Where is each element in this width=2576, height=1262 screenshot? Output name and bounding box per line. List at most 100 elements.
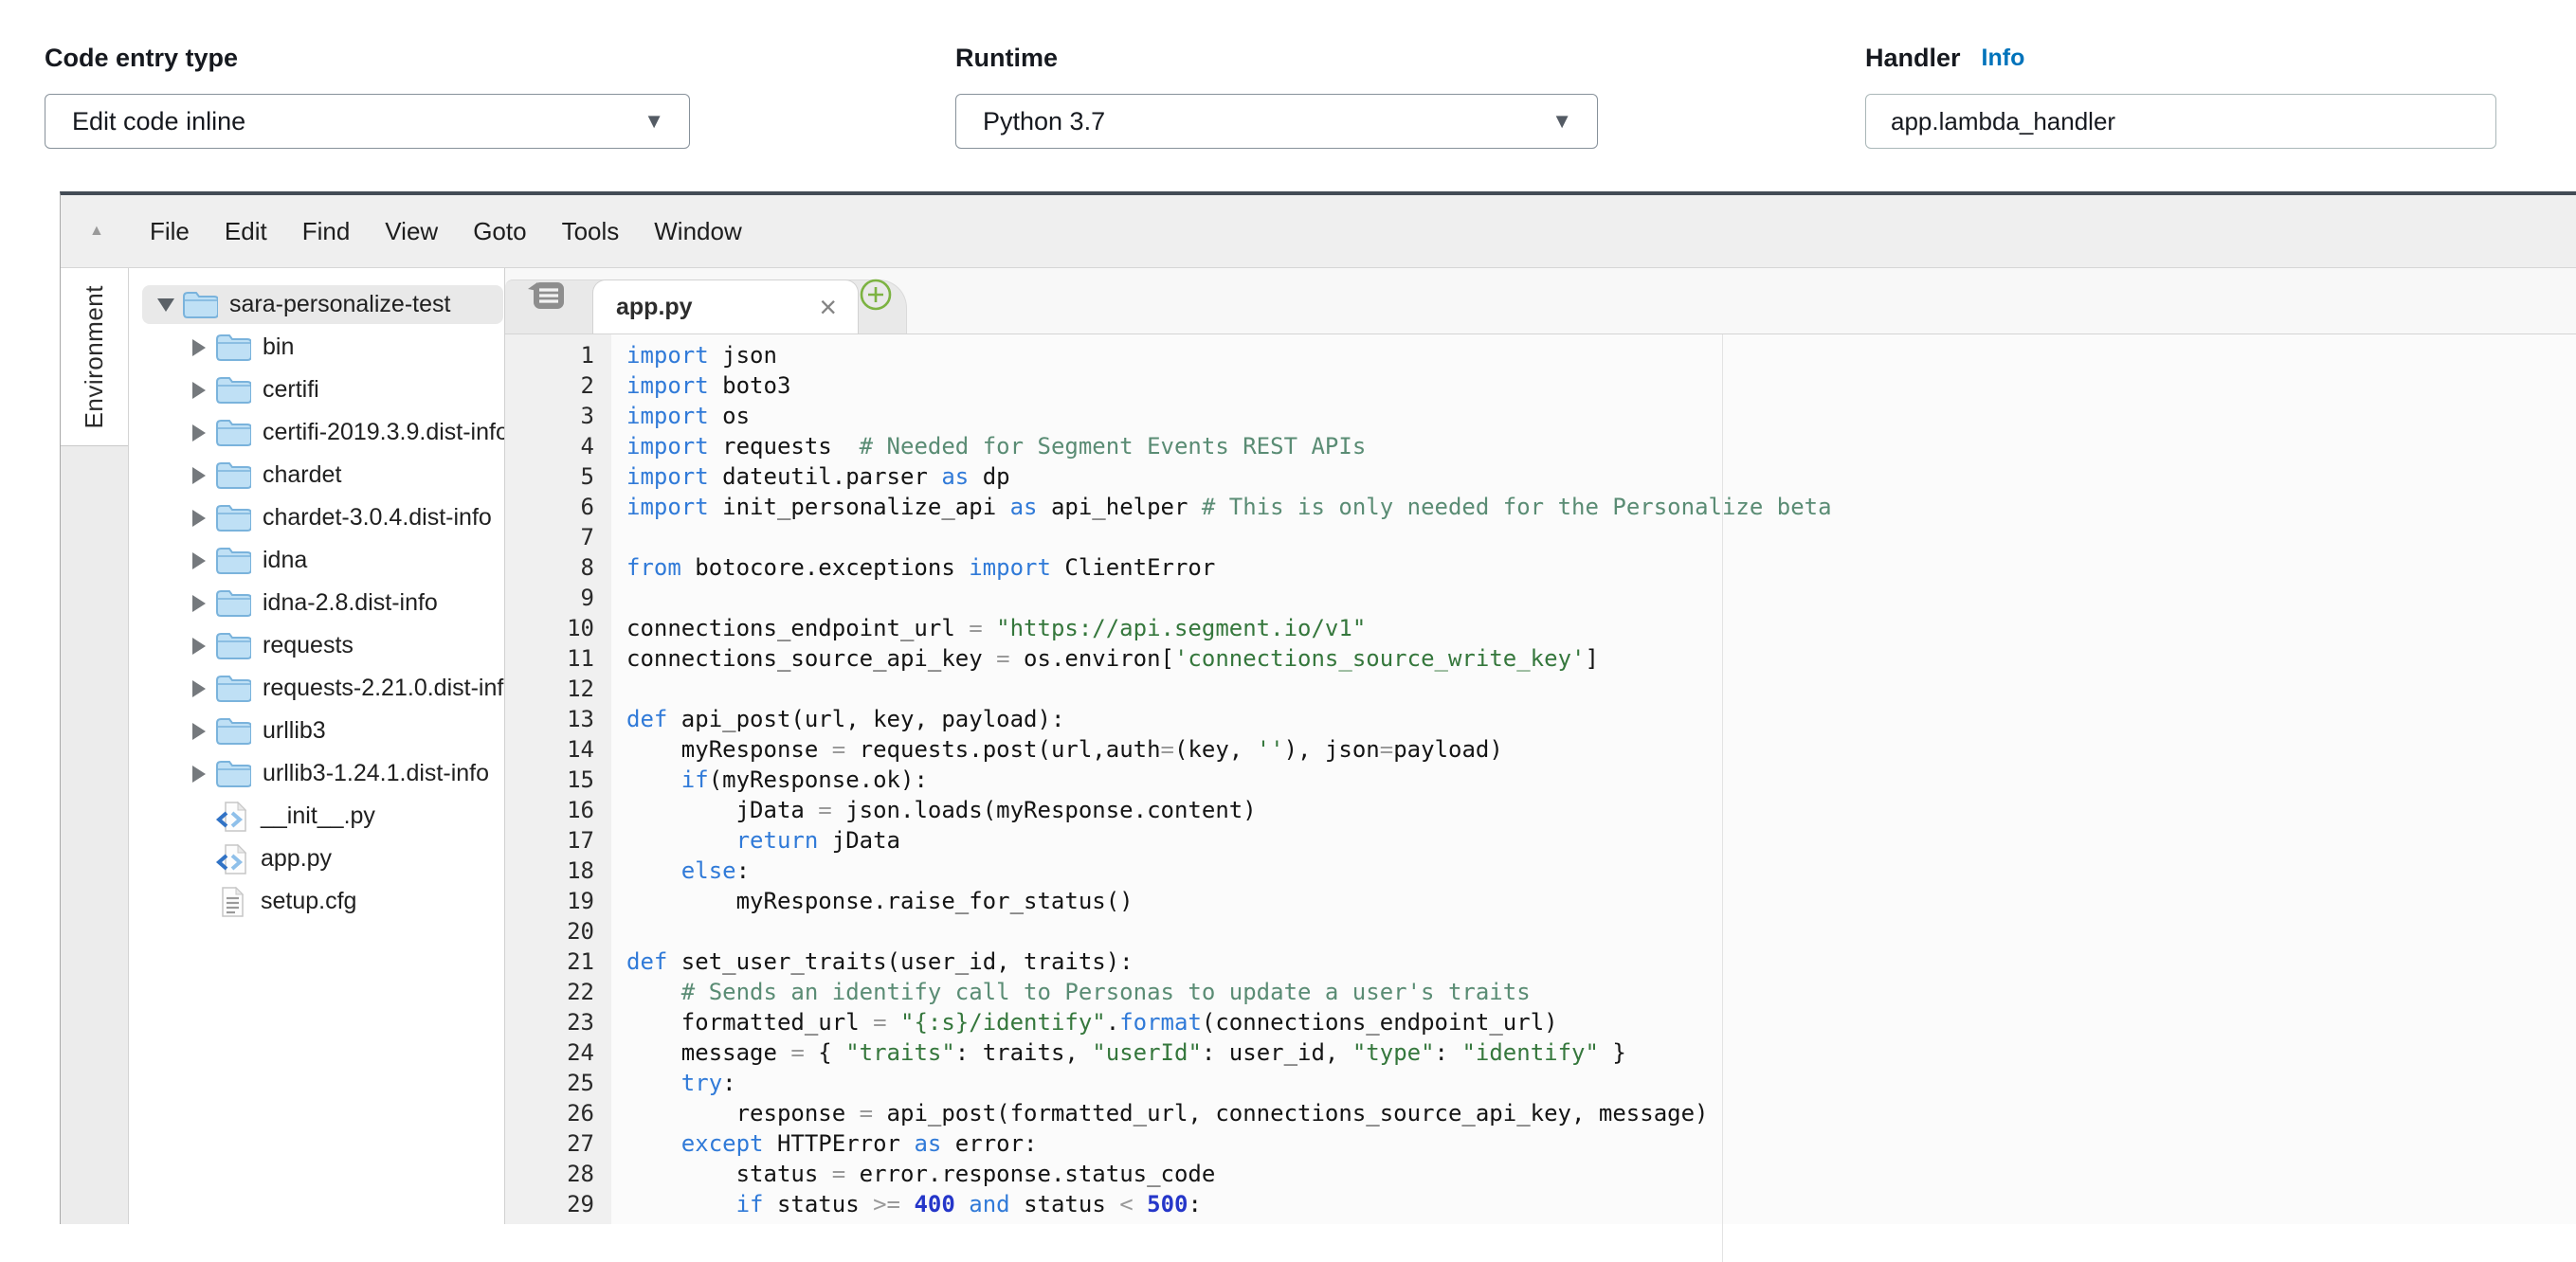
code-line[interactable]: import boto3 xyxy=(626,370,2576,401)
line-number-gutter[interactable]: 1234567891011121314151617181920212223242… xyxy=(505,334,611,1224)
code-line[interactable]: response = api_post(formatted_url, conne… xyxy=(626,1098,2576,1128)
code-line[interactable]: connections_endpoint_url = "https://api.… xyxy=(626,613,2576,643)
handler-input[interactable] xyxy=(1865,94,2496,149)
line-number[interactable]: 15 xyxy=(505,765,594,795)
line-number[interactable]: 9 xyxy=(505,583,594,613)
menu-view[interactable]: View xyxy=(385,217,438,246)
tab-list-icon[interactable] xyxy=(526,279,566,316)
tree-item-certifi[interactable]: certifi xyxy=(129,369,504,411)
chevron-right-icon[interactable] xyxy=(185,424,213,442)
line-number[interactable]: 1 xyxy=(505,340,594,370)
close-tab-icon[interactable]: × xyxy=(819,292,837,322)
chevron-right-icon[interactable] xyxy=(185,766,213,783)
line-number[interactable]: 14 xyxy=(505,734,594,765)
menu-edit[interactable]: Edit xyxy=(225,217,267,246)
code-content[interactable]: import jsonimport boto3import osimport r… xyxy=(611,334,2576,1224)
code-line[interactable]: message = { "traits": traits, "userId": … xyxy=(626,1037,2576,1068)
line-number[interactable]: 12 xyxy=(505,674,594,704)
tree-item-chardet-3.0.4.dist-info[interactable]: chardet-3.0.4.dist-info xyxy=(129,496,504,539)
line-number[interactable]: 3 xyxy=(505,401,594,431)
tree-item-certifi-2019.3.9.dist-info[interactable]: certifi-2019.3.9.dist-info xyxy=(129,411,504,454)
code-line[interactable] xyxy=(626,583,2576,613)
collapse-menubar-icon[interactable]: ▲ xyxy=(89,223,110,240)
code-line[interactable]: # Sends an identify call to Personas to … xyxy=(626,977,2576,1007)
code-line[interactable]: return jData xyxy=(626,825,2576,856)
tree-item-chardet[interactable]: chardet xyxy=(129,454,504,496)
code-entry-type-select[interactable]: Edit code inline ▼ xyxy=(45,94,690,149)
line-number[interactable]: 13 xyxy=(505,704,594,734)
code-line[interactable]: try: xyxy=(626,1068,2576,1098)
code-line[interactable]: else: xyxy=(626,856,2576,886)
chevron-right-icon[interactable] xyxy=(185,467,213,484)
line-number[interactable]: 7 xyxy=(505,522,594,552)
chevron-right-icon[interactable] xyxy=(185,723,213,740)
line-number[interactable]: 4 xyxy=(505,431,594,461)
menu-window[interactable]: Window xyxy=(654,217,741,246)
code-line[interactable]: def api_post(url, key, payload): xyxy=(626,704,2576,734)
menu-tools[interactable]: Tools xyxy=(562,217,620,246)
line-number[interactable]: 22 xyxy=(505,977,594,1007)
line-number[interactable]: 21 xyxy=(505,946,594,977)
code-line[interactable]: myResponse = requests.post(url,auth=(key… xyxy=(626,734,2576,765)
menu-find[interactable]: Find xyxy=(302,217,351,246)
line-number[interactable]: 20 xyxy=(505,916,594,946)
tree-item-urllib3[interactable]: urllib3 xyxy=(129,710,504,752)
tree-item-idna-2.8.dist-info[interactable]: idna-2.8.dist-info xyxy=(129,582,504,624)
line-number[interactable]: 6 xyxy=(505,492,594,522)
line-number[interactable]: 26 xyxy=(505,1098,594,1128)
line-number[interactable]: 23 xyxy=(505,1007,594,1037)
runtime-select[interactable]: Python 3.7 ▼ xyxy=(955,94,1598,149)
line-number[interactable]: 5 xyxy=(505,461,594,492)
chevron-right-icon[interactable] xyxy=(185,552,213,569)
chevron-right-icon[interactable] xyxy=(185,382,213,399)
code-line[interactable]: def set_user_traits(user_id, traits): xyxy=(626,946,2576,977)
tree-item-app.py[interactable]: app.py xyxy=(129,838,504,880)
tree-item-__init__.py[interactable]: __init__.py xyxy=(129,795,504,838)
tree-item-requests-2.21.0.dist-info[interactable]: requests-2.21.0.dist-info xyxy=(129,667,504,710)
line-number[interactable]: 28 xyxy=(505,1159,594,1189)
code-line[interactable]: if(myResponse.ok): xyxy=(626,765,2576,795)
code-line[interactable]: myResponse.raise_for_status() xyxy=(626,886,2576,916)
line-number[interactable]: 27 xyxy=(505,1128,594,1159)
code-line[interactable]: connections_source_api_key = os.environ[… xyxy=(626,643,2576,674)
code-line[interactable]: except HTTPError as error: xyxy=(626,1128,2576,1159)
code-line[interactable]: status = error.response.status_code xyxy=(626,1159,2576,1189)
tree-item-urllib3-1.24.1.dist-info[interactable]: urllib3-1.24.1.dist-info xyxy=(129,752,504,795)
tab-environment[interactable]: Environment xyxy=(61,268,128,446)
chevron-right-icon[interactable] xyxy=(185,339,213,356)
line-number[interactable]: 19 xyxy=(505,886,594,916)
code-line[interactable]: formatted_url = "{:s}/identify".format(c… xyxy=(626,1007,2576,1037)
tree-item-sara-personalize-test[interactable]: sara-personalize-test xyxy=(129,283,504,326)
line-number[interactable]: 29 xyxy=(505,1189,594,1219)
line-number[interactable]: 24 xyxy=(505,1037,594,1068)
code-line[interactable]: import dateutil.parser as dp xyxy=(626,461,2576,492)
code-line[interactable] xyxy=(626,522,2576,552)
code-line[interactable] xyxy=(626,674,2576,704)
tree-item-bin[interactable]: bin xyxy=(129,326,504,369)
code-line[interactable]: from botocore.exceptions import ClientEr… xyxy=(626,552,2576,583)
chevron-right-icon[interactable] xyxy=(185,638,213,655)
chevron-right-icon[interactable] xyxy=(185,595,213,612)
tree-item-requests[interactable]: requests xyxy=(129,624,504,667)
line-number[interactable]: 16 xyxy=(505,795,594,825)
code-line[interactable]: import init_personalize_api as api_helpe… xyxy=(626,492,2576,522)
tree-item-setup.cfg[interactable]: setup.cfg xyxy=(129,880,504,923)
line-number[interactable]: 11 xyxy=(505,643,594,674)
line-number[interactable]: 10 xyxy=(505,613,594,643)
code-line[interactable]: jData = json.loads(myResponse.content) xyxy=(626,795,2576,825)
line-number[interactable]: 17 xyxy=(505,825,594,856)
chevron-right-icon[interactable] xyxy=(185,680,213,697)
menu-goto[interactable]: Goto xyxy=(473,217,526,246)
tab-app-py[interactable]: app.py × xyxy=(592,279,859,334)
code-line[interactable]: import requests # Needed for Segment Eve… xyxy=(626,431,2576,461)
code-line[interactable]: if status >= 400 and status < 500: xyxy=(626,1189,2576,1219)
tree-item-idna[interactable]: idna xyxy=(129,539,504,582)
menu-file[interactable]: File xyxy=(150,217,190,246)
line-number[interactable]: 18 xyxy=(505,856,594,886)
chevron-down-icon[interactable] xyxy=(152,298,180,312)
line-number[interactable]: 25 xyxy=(505,1068,594,1098)
line-number[interactable]: 8 xyxy=(505,552,594,583)
code-line[interactable] xyxy=(626,916,2576,946)
code-line[interactable]: import os xyxy=(626,401,2576,431)
new-tab-icon[interactable] xyxy=(859,278,893,316)
